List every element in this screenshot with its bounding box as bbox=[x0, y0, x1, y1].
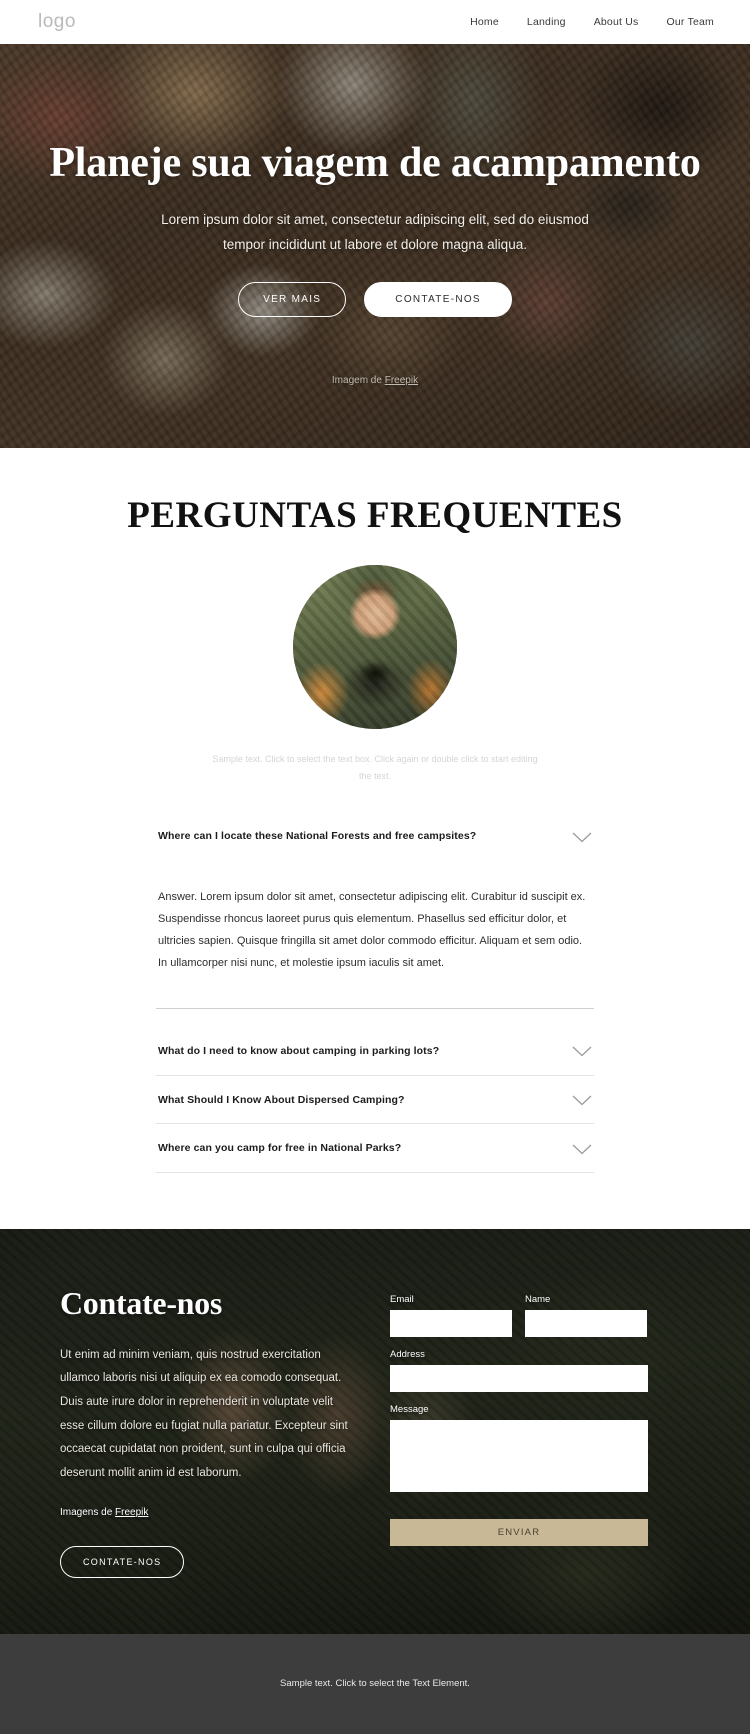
contact-body-text: Ut enim ad minim veniam, quis nostrud ex… bbox=[60, 1348, 348, 1479]
site-header: logo Home Landing About Us Our Team bbox=[0, 0, 750, 44]
email-label: Email bbox=[390, 1293, 414, 1305]
hero-actions: VER MAIS CONTATE-NOS bbox=[0, 282, 750, 318]
name-label: Name bbox=[525, 1293, 551, 1305]
message-textarea[interactable] bbox=[390, 1419, 648, 1492]
address-field-group: Address bbox=[390, 1349, 648, 1392]
faq-question-label: Where can you camp for free in National … bbox=[158, 1142, 402, 1155]
contact-credit-link[interactable]: Freepik bbox=[115, 1507, 148, 1518]
faq-question-label: What Should I Know About Dispersed Campi… bbox=[158, 1093, 405, 1106]
faq-question-toggle[interactable]: What do I need to know about camping in … bbox=[156, 1027, 594, 1075]
faq-title: PERGUNTAS FREQUENTES bbox=[127, 495, 623, 536]
nav-item-landing[interactable]: Landing bbox=[527, 16, 566, 28]
faq-question-label: Where can I locate these National Forest… bbox=[158, 830, 477, 843]
hero-content: Planeje sua viagem de acampamento Lorem … bbox=[0, 44, 750, 318]
faq-item: Where can you camp for free in National … bbox=[156, 1124, 594, 1173]
faq-item: What do I need to know about camping in … bbox=[156, 1027, 594, 1076]
faq-spacer bbox=[156, 1009, 594, 1027]
faq-item: Where can I locate these National Forest… bbox=[156, 812, 594, 1009]
avatar-photo bbox=[293, 565, 457, 729]
logo[interactable]: logo bbox=[38, 11, 76, 33]
faq-question-label: What do I need to know about camping in … bbox=[158, 1044, 440, 1057]
form-row-email-name: Email Name bbox=[390, 1294, 648, 1349]
ver-mais-button[interactable]: VER MAIS bbox=[238, 282, 347, 318]
email-field-group: Email bbox=[390, 1294, 512, 1337]
nav-item-about-us[interactable]: About Us bbox=[594, 16, 639, 28]
hero-image-credit: Imagem de Freepik bbox=[0, 375, 750, 386]
faq-sample-text: Sample text. Click to select the text bo… bbox=[212, 754, 538, 781]
contact-credit-prefix: Imagens de bbox=[60, 1507, 116, 1519]
contact-title: Contate-nos bbox=[60, 1284, 223, 1321]
hero-credit-link[interactable]: Freepik bbox=[385, 375, 418, 386]
enviar-submit-button[interactable]: ENVIAR bbox=[390, 1518, 648, 1546]
hero-title: Planeje sua viagem de acampamento bbox=[49, 140, 701, 186]
avatar bbox=[293, 565, 457, 729]
hero-credit-prefix: Imagem de bbox=[331, 375, 385, 386]
contact-content: Contate-nos Ut enim ad minim veniam, qui… bbox=[0, 1229, 750, 1579]
name-field-group: Name bbox=[525, 1294, 647, 1337]
hero-subtitle: Lorem ipsum dolor sit amet, consectetur … bbox=[161, 212, 589, 253]
message-label: Message bbox=[390, 1403, 429, 1415]
contate-nos-button[interactable]: CONTATE-NOS bbox=[364, 282, 512, 318]
contact-image-credit: Imagens de Freepik bbox=[60, 1507, 350, 1518]
faq-question-toggle[interactable]: What Should I Know About Dispersed Campi… bbox=[156, 1076, 594, 1124]
chevron-down-icon[interactable] bbox=[572, 1144, 592, 1155]
faq-section: PERGUNTAS FREQUENTES Sample text. Click … bbox=[0, 448, 750, 1229]
chevron-down-icon[interactable] bbox=[572, 1095, 592, 1106]
faq-question-toggle[interactable]: Where can you camp for free in National … bbox=[156, 1124, 594, 1172]
contact-text-column: Contate-nos Ut enim ad minim veniam, qui… bbox=[60, 1284, 350, 1579]
faq-item: What Should I Know About Dispersed Campi… bbox=[156, 1076, 594, 1125]
chevron-down-icon[interactable] bbox=[572, 1046, 592, 1057]
site-footer: Sample text. Click to select the Text El… bbox=[0, 1633, 750, 1734]
contact-cta-button[interactable]: CONTATE-NOS bbox=[60, 1546, 185, 1579]
main-navigation: Home Landing About Us Our Team bbox=[470, 16, 714, 28]
address-input[interactable] bbox=[390, 1364, 648, 1392]
message-field-group: Message bbox=[390, 1404, 648, 1497]
contact-form: Email Name Address Message ENVIAR bbox=[390, 1285, 648, 1578]
chevron-down-icon[interactable] bbox=[572, 832, 592, 843]
faq-accordion: Where can I locate these National Forest… bbox=[156, 812, 594, 1173]
faq-answer: Answer. Lorem ipsum dolor sit amet, cons… bbox=[158, 890, 586, 969]
nav-item-our-team[interactable]: Our Team bbox=[666, 16, 714, 28]
nav-item-home[interactable]: Home bbox=[470, 16, 499, 28]
email-input[interactable] bbox=[390, 1309, 512, 1337]
contact-section: Contate-nos Ut enim ad minim veniam, qui… bbox=[0, 1228, 750, 1634]
name-input[interactable] bbox=[525, 1309, 647, 1337]
address-label: Address bbox=[390, 1348, 425, 1360]
footer-sample-text: Sample text. Click to select the Text El… bbox=[280, 1678, 470, 1690]
hero-section: Planeje sua viagem de acampamento Lorem … bbox=[0, 44, 750, 448]
faq-question-toggle[interactable]: Where can I locate these National Forest… bbox=[156, 812, 594, 860]
